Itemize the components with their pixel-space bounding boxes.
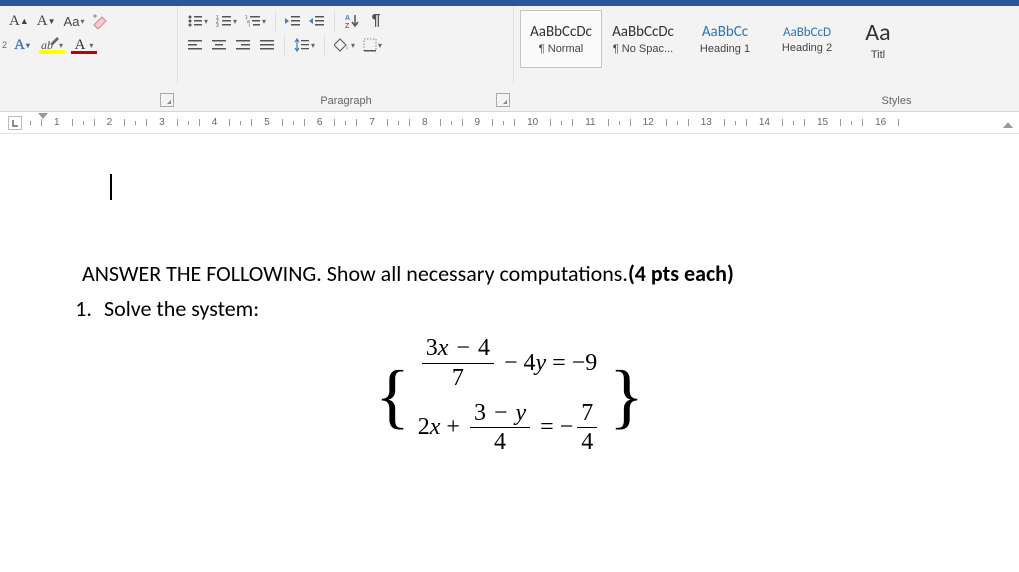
show-paragraph-marks-button[interactable]: ¶ bbox=[365, 10, 387, 32]
styles-group-label: Styles bbox=[882, 95, 912, 107]
svg-text:i: i bbox=[249, 23, 250, 28]
justify-button[interactable] bbox=[256, 34, 278, 56]
highlight-button[interactable]: ab ▾ bbox=[37, 34, 67, 56]
numbering-button[interactable]: 123▾ bbox=[213, 10, 240, 32]
horizontal-ruler[interactable]: 12345678910111213141516 bbox=[0, 112, 1019, 134]
styles-gallery[interactable]: AaBbCcDc ¶ Normal AaBbCcDc ¶ No Spac... … bbox=[520, 10, 1013, 68]
change-case-button[interactable]: Aa▾ bbox=[61, 10, 88, 32]
instruction-line: ANSWER THE FOLLOWING. Show all necessary… bbox=[82, 260, 959, 287]
font-group-launcher[interactable] bbox=[160, 93, 174, 107]
multilevel-list-button[interactable]: 1ai▾ bbox=[242, 10, 269, 32]
equation-system: { 3x − 4 7 − 4y = −9 2x + 3 − y 4 = − bbox=[60, 334, 959, 457]
shading-button[interactable]: ▾ bbox=[331, 34, 358, 56]
bullets-button[interactable]: ▾ bbox=[184, 10, 211, 32]
left-brace-icon: { bbox=[375, 360, 410, 432]
increase-indent-button[interactable] bbox=[306, 10, 328, 32]
style-no-spacing[interactable]: AaBbCcDc ¶ No Spac... bbox=[602, 10, 684, 68]
line-spacing-button[interactable]: ▾ bbox=[291, 34, 318, 56]
right-indent-marker[interactable] bbox=[1003, 122, 1013, 128]
style-heading-2[interactable]: AaBbCcD Heading 2 bbox=[766, 10, 848, 68]
align-left-button[interactable] bbox=[184, 34, 206, 56]
paragraph-group-launcher[interactable] bbox=[496, 93, 510, 107]
document-page[interactable]: ANSWER THE FOLLOWING. Show all necessary… bbox=[0, 134, 1019, 497]
align-center-button[interactable] bbox=[208, 34, 230, 56]
svg-text:Z: Z bbox=[345, 23, 350, 29]
tab-selector[interactable] bbox=[8, 116, 22, 130]
align-right-button[interactable] bbox=[232, 34, 254, 56]
list-item-1: 1. Solve the system: bbox=[60, 295, 959, 322]
grow-font-button[interactable]: A▲ bbox=[6, 10, 32, 32]
style-heading-1[interactable]: AaBbCc Heading 1 bbox=[684, 10, 766, 68]
sort-button[interactable]: AZ bbox=[341, 10, 363, 32]
decrease-indent-button[interactable] bbox=[282, 10, 304, 32]
text-cursor bbox=[110, 174, 112, 200]
style-normal[interactable]: AaBbCcDc ¶ Normal bbox=[520, 10, 602, 68]
borders-button[interactable]: ▾ bbox=[360, 34, 385, 56]
text-effects-button[interactable]: A▾ bbox=[9, 34, 35, 56]
clear-formatting-button[interactable] bbox=[89, 10, 113, 32]
style-title[interactable]: Aa Titl bbox=[848, 10, 908, 68]
svg-text:A: A bbox=[345, 15, 350, 22]
right-brace-icon: } bbox=[609, 360, 644, 432]
paragraph-group-label: Paragraph bbox=[320, 95, 371, 107]
ribbon: A▲ A▼ Aa▾ 2 A▾ ab ▾ A bbox=[0, 6, 1019, 112]
font-color-button[interactable]: A ▾ bbox=[69, 34, 99, 56]
shrink-font-button[interactable]: A▼ bbox=[34, 10, 59, 32]
superscript-indicator: 2 bbox=[2, 40, 7, 50]
svg-text:3: 3 bbox=[216, 23, 219, 28]
